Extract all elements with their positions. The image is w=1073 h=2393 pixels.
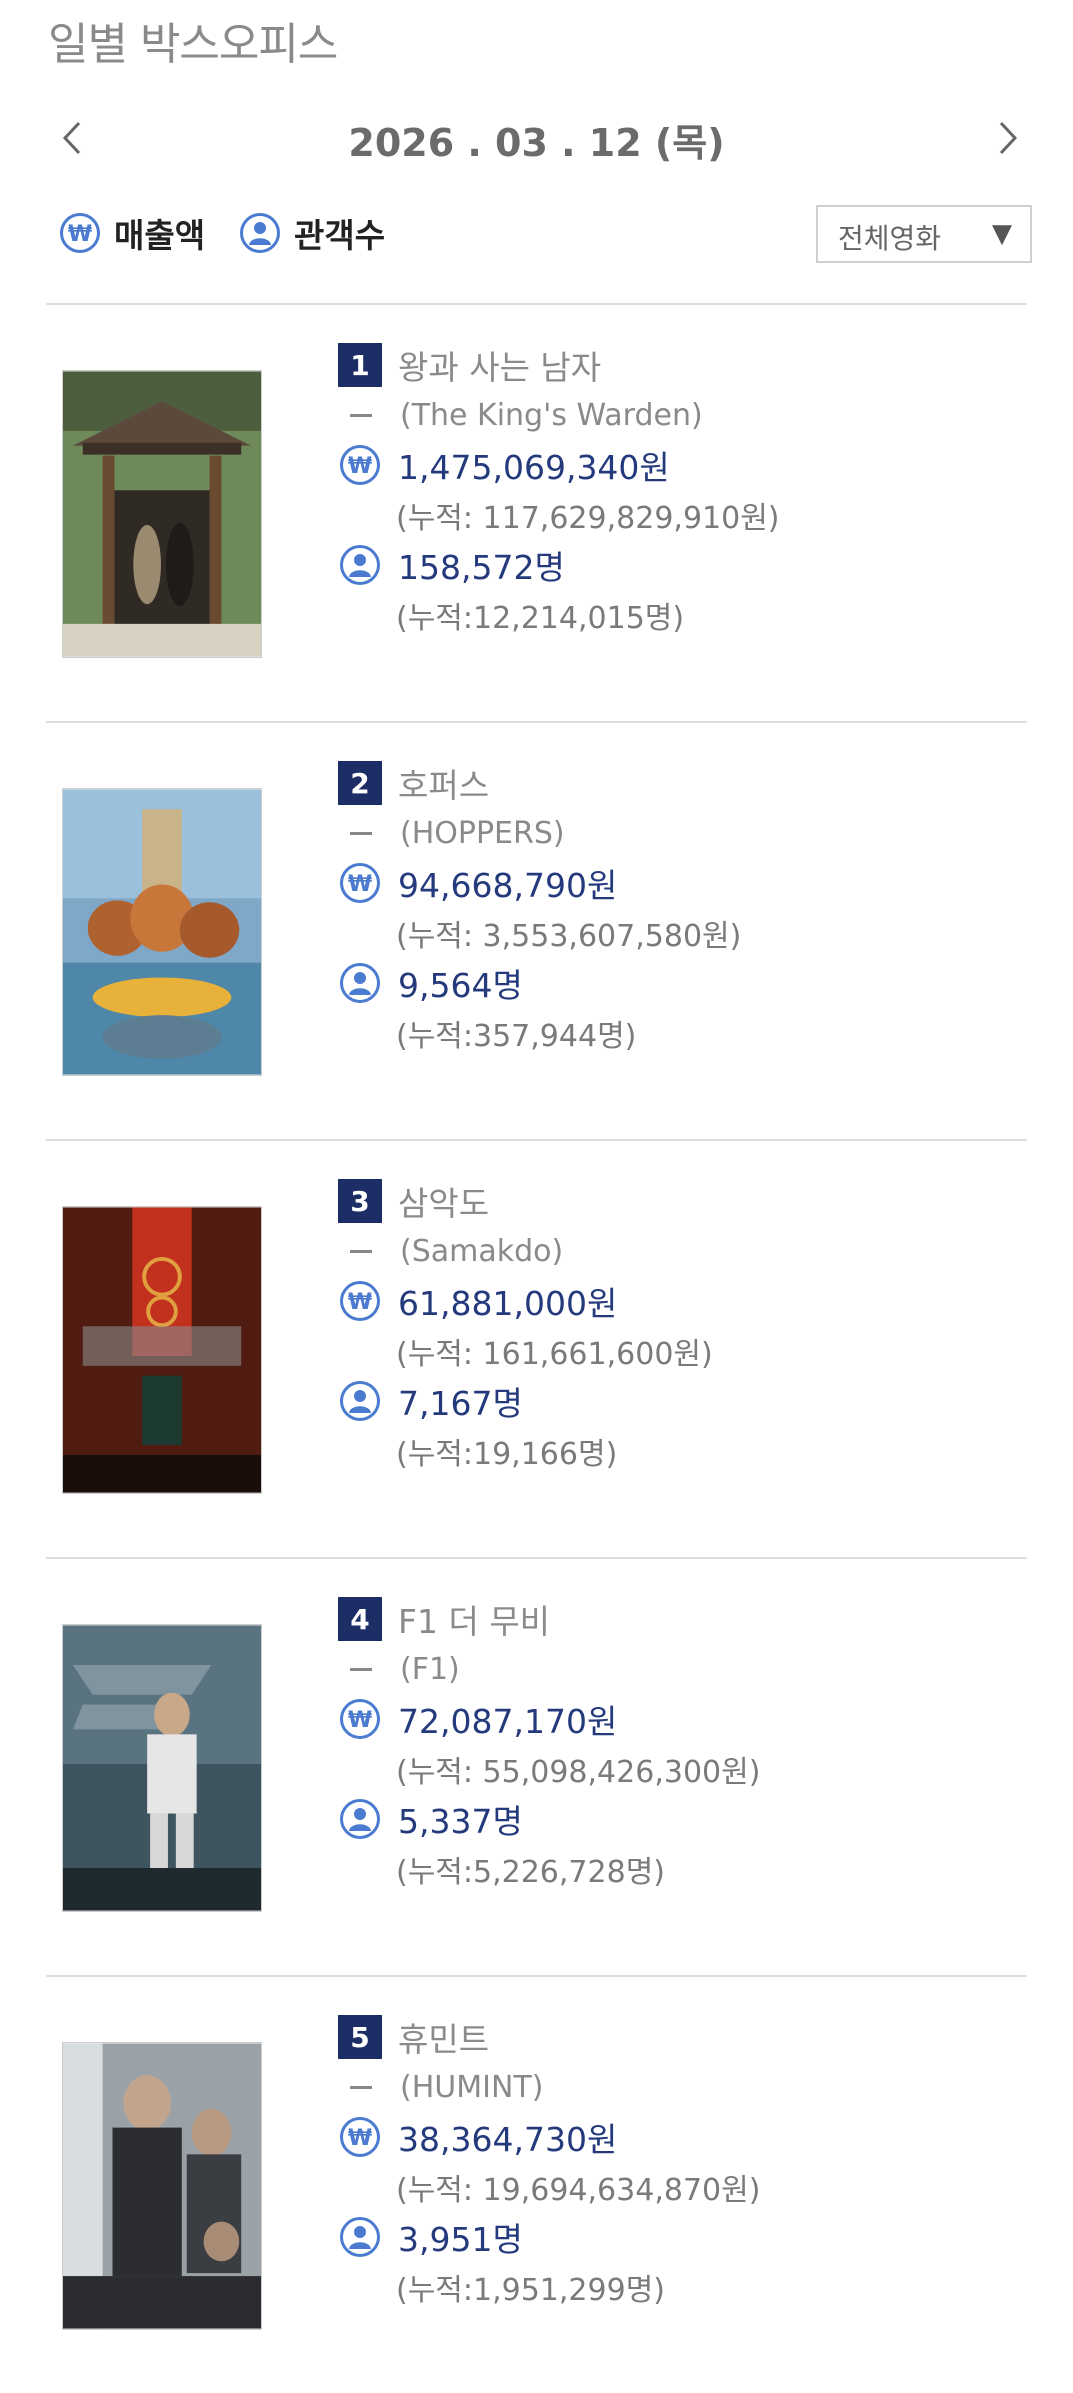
movie-title-en: (HOPPERS) <box>400 815 565 851</box>
movie-poster <box>62 788 262 1076</box>
rank-badge: 5 <box>338 2015 382 2059</box>
movie-info: 4 F1 더 무비 (F1) ₩ 72,087,170원 (누적: 55,098… <box>338 1594 1018 1894</box>
svg-text:₩: ₩ <box>348 1290 372 1315</box>
daily-audience: 9,564명 <box>398 966 523 1005</box>
person-icon <box>240 213 280 253</box>
movie-title[interactable]: 휴민트 <box>398 2013 489 2061</box>
cumulative-audience: (누적:1,951,299명) <box>396 2273 665 2308</box>
daily-audience: 158,572명 <box>398 548 565 587</box>
list-item[interactable]: 1 왕과 사는 남자 (The King's Warden) ₩ 1,475,0… <box>46 303 1027 721</box>
daily-audience: 7,167명 <box>398 1384 523 1423</box>
rank-change-dash <box>350 413 372 417</box>
list-item[interactable]: 5 휴민트 (HUMINT) ₩ 38,364,730원 (누적: 19,694… <box>46 1975 1027 2393</box>
svg-text:₩: ₩ <box>68 222 92 247</box>
rank-badge: 1 <box>338 343 382 387</box>
rank-badge: 3 <box>338 1179 382 1223</box>
next-date-button[interactable] <box>986 108 1030 168</box>
person-icon <box>340 2217 380 2257</box>
rank-badge: 4 <box>338 1597 382 1641</box>
list-item[interactable]: 4 F1 더 무비 (F1) ₩ 72,087,170원 (누적: 55,098… <box>46 1557 1027 1975</box>
cumulative-sales: (누적: 117,629,829,910원) <box>396 501 780 536</box>
sales-toggle-label: 매출액 <box>114 216 206 255</box>
daily-sales: 61,881,000원 <box>398 1284 618 1323</box>
won-icon: ₩ <box>340 863 380 903</box>
rank-change-dash <box>350 2085 372 2089</box>
won-icon: ₩ <box>340 445 380 485</box>
movie-info: 3 삼악도 (Samakdo) ₩ 61,881,000원 (누적: 161,6… <box>338 1176 1018 1476</box>
won-icon: ₩ <box>340 1699 380 1739</box>
movie-filter-select[interactable]: 전체영화 ▼ <box>816 205 1032 263</box>
movie-title-en: (Samakdo) <box>400 1233 564 1269</box>
cumulative-audience: (누적:19,166명) <box>396 1437 618 1472</box>
cumulative-audience: (누적:5,226,728명) <box>396 1855 665 1890</box>
person-icon <box>340 1381 380 1421</box>
won-icon: ₩ <box>340 1281 380 1321</box>
rank-change-dash <box>350 831 372 835</box>
cumulative-sales: (누적: 161,661,600원) <box>396 1337 713 1372</box>
movie-title-en: (The King's Warden) <box>400 397 703 433</box>
list-item[interactable]: 3 삼악도 (Samakdo) ₩ 61,881,000원 (누적: 161,6… <box>46 1139 1027 1557</box>
movie-title[interactable]: F1 더 무비 <box>398 1595 550 1643</box>
movie-title[interactable]: 호퍼스 <box>398 759 489 807</box>
movie-poster <box>62 2042 262 2330</box>
movie-info: 2 호퍼스 (HOPPERS) ₩ 94,668,790원 (누적: 3,553… <box>338 758 1018 1058</box>
date-navigator: 2026 . 03 . 12 (목) <box>0 108 1073 168</box>
box-office-list: 1 왕과 사는 남자 (The King's Warden) ₩ 1,475,0… <box>0 303 1073 2393</box>
person-icon <box>340 545 380 585</box>
movie-poster <box>62 1206 262 1494</box>
person-icon <box>340 963 380 1003</box>
rank-badge: 2 <box>338 761 382 805</box>
movie-title-en: (F1) <box>400 1651 460 1687</box>
won-icon: ₩ <box>340 2117 380 2157</box>
cumulative-sales: (누적: 3,553,607,580원) <box>396 919 742 954</box>
movie-info: 1 왕과 사는 남자 (The King's Warden) ₩ 1,475,0… <box>338 340 1018 640</box>
won-icon: ₩ <box>60 213 100 253</box>
daily-audience: 3,951명 <box>398 2220 523 2259</box>
movie-title[interactable]: 삼악도 <box>398 1177 489 1225</box>
daily-audience: 5,337명 <box>398 1802 523 1841</box>
cumulative-sales: (누적: 19,694,634,870원) <box>396 2173 761 2208</box>
daily-sales: 94,668,790원 <box>398 866 618 905</box>
date-label: 2026 . 03 . 12 (목) <box>348 121 725 165</box>
movie-info: 5 휴민트 (HUMINT) ₩ 38,364,730원 (누적: 19,694… <box>338 2012 1018 2312</box>
rank-change-dash <box>350 1667 372 1671</box>
dropdown-arrow-icon: ▼ <box>992 219 1012 249</box>
movie-title-en: (HUMINT) <box>400 2069 544 2105</box>
filter-selected-label: 전체영화 <box>838 222 942 255</box>
daily-sales: 38,364,730원 <box>398 2120 618 2159</box>
movie-poster <box>62 370 262 658</box>
page-title: 일별 박스오피스 <box>48 19 338 70</box>
rank-change-dash <box>350 1249 372 1253</box>
sales-toggle[interactable]: ₩ 매출액 <box>60 208 205 258</box>
movie-title[interactable]: 왕과 사는 남자 <box>398 341 601 389</box>
movie-poster <box>62 1624 262 1912</box>
svg-text:₩: ₩ <box>348 1708 372 1733</box>
list-item[interactable]: 2 호퍼스 (HOPPERS) ₩ 94,668,790원 (누적: 3,553… <box>46 721 1027 1139</box>
cumulative-audience: (누적:12,214,015명) <box>396 601 685 636</box>
audience-toggle-label: 관객수 <box>294 216 386 255</box>
cumulative-audience: (누적:357,944명) <box>396 1019 637 1054</box>
person-icon <box>340 1799 380 1839</box>
svg-text:₩: ₩ <box>348 872 372 897</box>
svg-text:₩: ₩ <box>348 2126 372 2151</box>
svg-text:₩: ₩ <box>348 454 372 479</box>
audience-toggle[interactable]: 관객수 <box>240 208 385 258</box>
chevron-right-icon <box>999 121 1018 155</box>
cumulative-sales: (누적: 55,098,426,300원) <box>396 1755 761 1790</box>
daily-sales: 72,087,170원 <box>398 1702 618 1741</box>
daily-sales: 1,475,069,340원 <box>398 448 670 487</box>
